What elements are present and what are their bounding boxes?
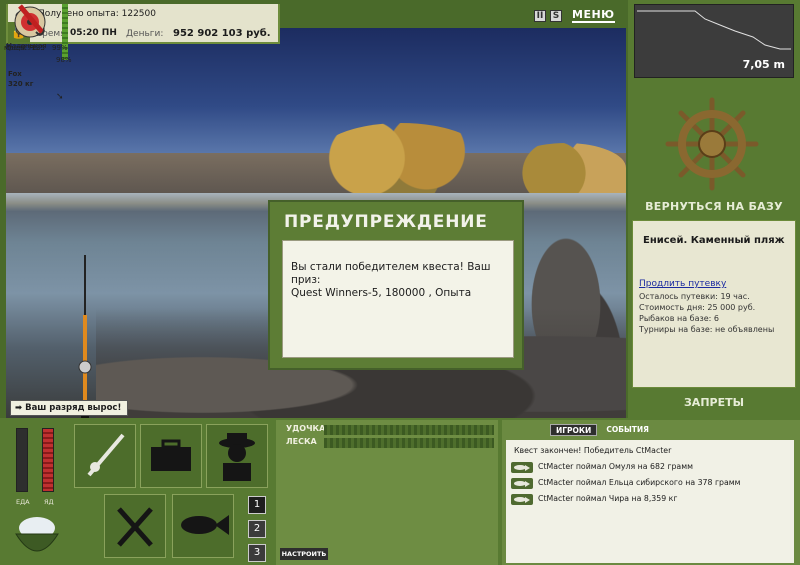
list-item: CtMacter поймал Чира на 8,359 кг [506,492,794,506]
reel-condition: 99% [52,44,68,52]
bans-button[interactable]: ЗАПРЕТЫ [630,396,798,409]
tackle-box-button[interactable] [140,424,202,488]
fish-icon [511,478,533,489]
page-3-button[interactable]: 3 [248,544,266,562]
fish-icon [181,515,229,535]
fork-knife-icon [117,507,153,547]
rod-icon [87,433,125,477]
fish-catch-button[interactable] [172,494,234,558]
events-panel: ИГРОКИ СОБЫТИЯ Квест закончен! Победител… [502,420,800,565]
hook-name: Маленькая [6,42,47,50]
reel-condition-bar [62,4,68,40]
arrow-right-icon: ➡ [15,403,26,413]
rod-condition: 98% [56,56,72,64]
food-label: ЕДА [16,498,30,506]
location-name: Енисей. Каменный пляж [643,235,785,246]
poison-bar [42,428,54,492]
setup-button[interactable]: НАСТРОИТЬ [280,548,328,560]
list-item: CtMacter поймал Омуля на 682 грамм [506,460,794,474]
extend-permit-link[interactable]: Продлить путевку [639,279,726,289]
fishermen-count: Рыбаков на базе: 6 [639,314,719,323]
poison-label: ЯД [44,498,54,506]
warning-message: Вы стали победителем квеста! Ваш приз: Q… [282,240,514,358]
experience-text: Получено опыта: 122500 [38,9,156,19]
menu-button[interactable]: МЕНЮ [572,8,615,23]
fly-hook-icon [18,4,45,36]
events-list: Квест закончен! Победитель CtMacter CtMa… [506,440,794,563]
depth-chart: 7,05 m [634,4,794,78]
line-label: ЛЕСКА [286,437,317,446]
ship-wheel-icon[interactable] [664,96,760,192]
rod-name: Fox [8,70,22,78]
rod-tension-bar [324,425,494,435]
tab-players[interactable]: ИГРОКИ [550,424,598,436]
arrow-down-right-icon: ➘ [56,92,64,102]
island-trees [316,123,486,193]
sound-button[interactable]: S [550,9,562,22]
top-toolbar: II S МЕНЮ [534,8,615,23]
fish-icon [511,494,533,505]
character-button[interactable] [206,424,268,488]
rank-up-message: ➡ Ваш разряд вырос! [10,400,129,416]
tackle-box-icon [151,439,191,471]
money-label: Деньги: [126,29,164,39]
food-bar [16,428,28,492]
tab-events[interactable]: СОБЫТИЯ [601,424,654,436]
money-value: 952 902 103 руб. [173,28,271,39]
food-pot-icon[interactable] [12,508,62,560]
day-cost: Стоимость дня: 25 000 руб. [639,303,756,312]
warning-title: ПРЕДУПРЕЖДЕНИЕ [284,212,488,232]
location-info: Енисей. Каменный пляж Продлить путевку О… [632,220,796,388]
page-1-button[interactable]: 1 [248,496,266,514]
status-bars: ЕДА ЯД [14,428,58,506]
food-menu-button[interactable] [104,494,166,558]
warning-dialog[interactable]: ПРЕДУПРЕЖДЕНИЕ Вы стали победителем квес… [268,200,524,370]
tackle-panel: УДОЧКА ЛЕСКА [276,420,498,565]
events-tabs: ИГРОКИ СОБЫТИЯ [550,424,654,436]
game-screen: ➡ Ваш разряд вырос! 🔒 Получено опыта: 12… [0,0,800,565]
rod-label: УДОЧКА [286,424,326,433]
page-2-button[interactable]: 2 [248,520,266,538]
list-item: CtMacter поймал Ельца сибирского на 378 … [506,476,794,490]
line-tension-bar [324,438,494,448]
rod-weight: 320 кг [8,80,34,88]
rods-button[interactable] [74,424,136,488]
time-value: 05:20 ПН [70,28,117,38]
fisherman-icon [219,433,255,481]
fish-icon [511,462,533,473]
depth-value: 7,05 m [742,58,785,71]
pause-button[interactable]: II [534,9,546,22]
list-item: Квест закончен! Победитель CtMacter [514,446,672,455]
permit-remaining: Осталось путевки: 19 час. [639,292,750,301]
shore-trees [506,143,626,193]
tournaments-status: Турниры на базе: не объявлены [639,325,775,334]
return-to-base-button[interactable]: ВЕРНУТЬСЯ НА БАЗУ [630,200,798,213]
